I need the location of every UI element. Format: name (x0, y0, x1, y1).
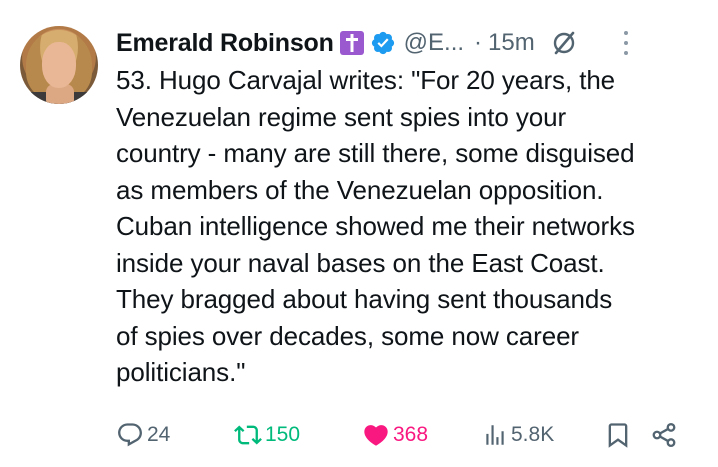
tweet-header: Emerald Robinson @E... · 15m (116, 22, 706, 64)
bookmark-icon (604, 421, 632, 449)
tweet-actions-bar: 24 150 368 5.8K (116, 418, 696, 452)
repost-icon (234, 421, 262, 449)
tweet-text-line: 53. Hugo Carvajal writes: "For 20 years,… (116, 65, 616, 95)
verified-badge-icon[interactable] (370, 30, 396, 56)
tweet-text-line: politicians." (116, 357, 246, 387)
author-avatar[interactable] (20, 26, 98, 104)
tweet-text-line: as members of the Venezuelan opposition. (116, 174, 604, 205)
views-button[interactable]: 5.8K (482, 418, 554, 452)
bookmark-button[interactable] (604, 418, 632, 452)
author-handle[interactable]: @E... (404, 29, 464, 57)
tweet-timestamp[interactable]: 15m (488, 29, 535, 57)
reply-icon (116, 421, 144, 449)
repost-button[interactable]: 150 (234, 418, 300, 452)
tweet-text-line: Cuban intelligence showed me their netwo… (116, 211, 635, 241)
tweet-text-line: They bragged about having sent thousands (116, 284, 613, 314)
like-count: 368 (393, 423, 429, 446)
tweet-text-line: country - many are still there, some dis… (116, 138, 635, 168)
tweet-text-line: inside your naval bases on the East Coas… (116, 247, 605, 278)
like-button[interactable]: 368 (362, 418, 428, 452)
tweet-text-line: Venezuelan regime sent spies into your (116, 101, 567, 132)
tweet-text-line: of spies over decades, some now career (116, 320, 579, 351)
repost-count: 150 (265, 423, 301, 446)
grok-icon[interactable] (551, 30, 577, 56)
header-separator: · (474, 29, 483, 56)
more-vertical-icon[interactable] (623, 31, 629, 55)
share-icon (650, 421, 678, 449)
author-name[interactable]: Emerald Robinson (116, 29, 334, 58)
latin-cross-icon (339, 31, 364, 55)
tweet-text: 53. Hugo Carvajal writes: "For 20 years,… (116, 62, 706, 391)
reply-button[interactable]: 24 (116, 418, 170, 452)
heart-icon (362, 421, 390, 449)
reply-count: 24 (147, 423, 171, 446)
avatar-face (42, 42, 76, 88)
views-icon (482, 421, 508, 449)
views-count: 5.8K (511, 423, 555, 446)
share-button[interactable] (650, 418, 678, 452)
